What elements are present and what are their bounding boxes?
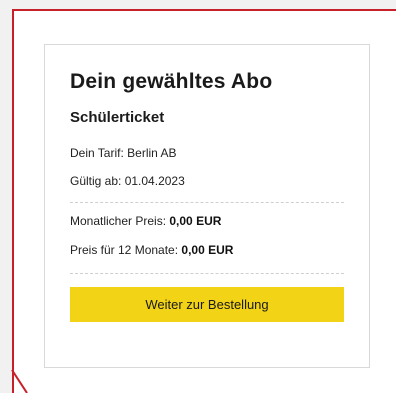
monthly-price-value: 0,00 EUR: [169, 214, 222, 228]
tarif-value: Berlin AB: [127, 146, 177, 160]
divider: [70, 273, 344, 274]
valid-from-line: Gültig ab: 01.04.2023: [70, 174, 185, 188]
tarif-line: Dein Tarif: Berlin AB: [70, 146, 177, 160]
card-title: Dein gewähltes Abo: [70, 70, 273, 93]
monthly-price-line: Monatlicher Preis: 0,00 EUR: [70, 214, 221, 228]
ticket-name: Schülerticket: [70, 109, 165, 126]
monthly-price-label: Monatlicher Preis:: [70, 214, 170, 228]
valid-from-value: 01.04.2023: [124, 174, 185, 188]
divider: [70, 202, 344, 203]
tarif-label: Dein Tarif:: [70, 146, 128, 160]
yearly-price-line: Preis für 12 Monate: 0,00 EUR: [70, 243, 233, 257]
yearly-price-value: 0,00 EUR: [181, 243, 234, 257]
highlight-frame-corner: [0, 370, 40, 393]
subscription-summary-card: Dein gewähltes Abo Schülerticket Dein Ta…: [44, 44, 370, 368]
valid-from-label: Gültig ab:: [70, 174, 125, 188]
yearly-price-label: Preis für 12 Monate:: [70, 243, 182, 257]
continue-to-order-button[interactable]: Weiter zur Bestellung: [70, 287, 344, 322]
